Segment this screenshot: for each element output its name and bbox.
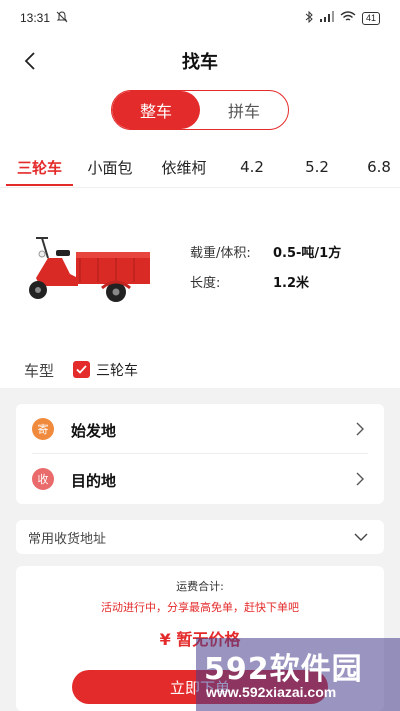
mute-icon: [56, 10, 68, 26]
address-card: 寄 始发地 收 目的地: [16, 404, 384, 504]
chevron-right-icon: [356, 472, 364, 486]
segment-shared-truck[interactable]: 拼车: [200, 91, 288, 129]
status-time: 13:31: [20, 11, 51, 25]
tab-iveco[interactable]: 依维柯: [150, 148, 218, 186]
vehicle-type-checkbox[interactable]: [73, 361, 90, 378]
chevron-right-icon: [356, 422, 364, 436]
chevron-left-icon: [24, 52, 35, 70]
destination-label: 目的地: [71, 472, 117, 490]
active-tab-indicator: [6, 184, 73, 186]
tab-6-8[interactable]: 6.8: [358, 148, 400, 186]
origin-badge: 寄: [32, 418, 54, 440]
status-bar: 13:31 41: [0, 0, 400, 36]
spec-length-value: 1.2米: [273, 276, 310, 291]
back-button[interactable]: [18, 46, 42, 76]
tab-tricycle[interactable]: 三轮车: [6, 148, 73, 186]
destination-badge: 收: [32, 468, 54, 490]
bluetooth-icon: [305, 10, 314, 26]
tab-4-2[interactable]: 4.2: [228, 148, 276, 186]
spec-load-label: 载重/体积:: [190, 246, 251, 261]
origin-label: 始发地: [71, 422, 117, 440]
fee-total-label: 运费合计:: [176, 580, 224, 593]
origin-row[interactable]: 寄 始发地: [16, 404, 384, 454]
wifi-icon: [340, 10, 356, 26]
common-address-label: 常用收货地址: [28, 531, 107, 547]
watermark-url: www.592xiazai.com: [206, 684, 337, 700]
watermark: 592软件园 www.592xiazai.com: [196, 638, 400, 711]
chevron-down-icon: [354, 533, 368, 541]
app-header: 找车: [0, 36, 400, 86]
tricycle-image: [29, 237, 150, 302]
battery-indicator: 41: [361, 11, 380, 25]
mode-segment: 整车 拼车: [111, 90, 289, 130]
vehicle-type-label: 车型: [24, 362, 55, 380]
segment-area: 整车 拼车: [0, 86, 400, 148]
check-icon: [76, 365, 87, 374]
vehicle-panel: 载重/体积: 0.5-吨/1方 长度: 1.2米 车型 三轮车: [0, 188, 400, 388]
tab-5-2[interactable]: 5.2: [293, 148, 341, 186]
vehicle-type-option[interactable]: 三轮车: [96, 360, 138, 380]
signal-icon: [319, 11, 334, 25]
watermark-brand: 592软件园: [204, 652, 363, 687]
vehicle-tabs: 三轮车 小面包 依维柯 4.2 5.2 6.8: [0, 148, 400, 188]
spec-load-value: 0.5-吨/1方: [273, 246, 342, 261]
tab-minivan[interactable]: 小面包: [78, 148, 142, 186]
promo-text: 活动进行中，分享最高免单，赶快下单吧: [101, 601, 299, 614]
destination-row[interactable]: 收 目的地: [16, 454, 384, 504]
common-address-dropdown[interactable]: 常用收货地址: [16, 520, 384, 554]
segment-full-truck[interactable]: 整车: [112, 91, 200, 129]
spec-length-label: 长度:: [190, 276, 221, 291]
page-title: 找车: [182, 52, 218, 73]
